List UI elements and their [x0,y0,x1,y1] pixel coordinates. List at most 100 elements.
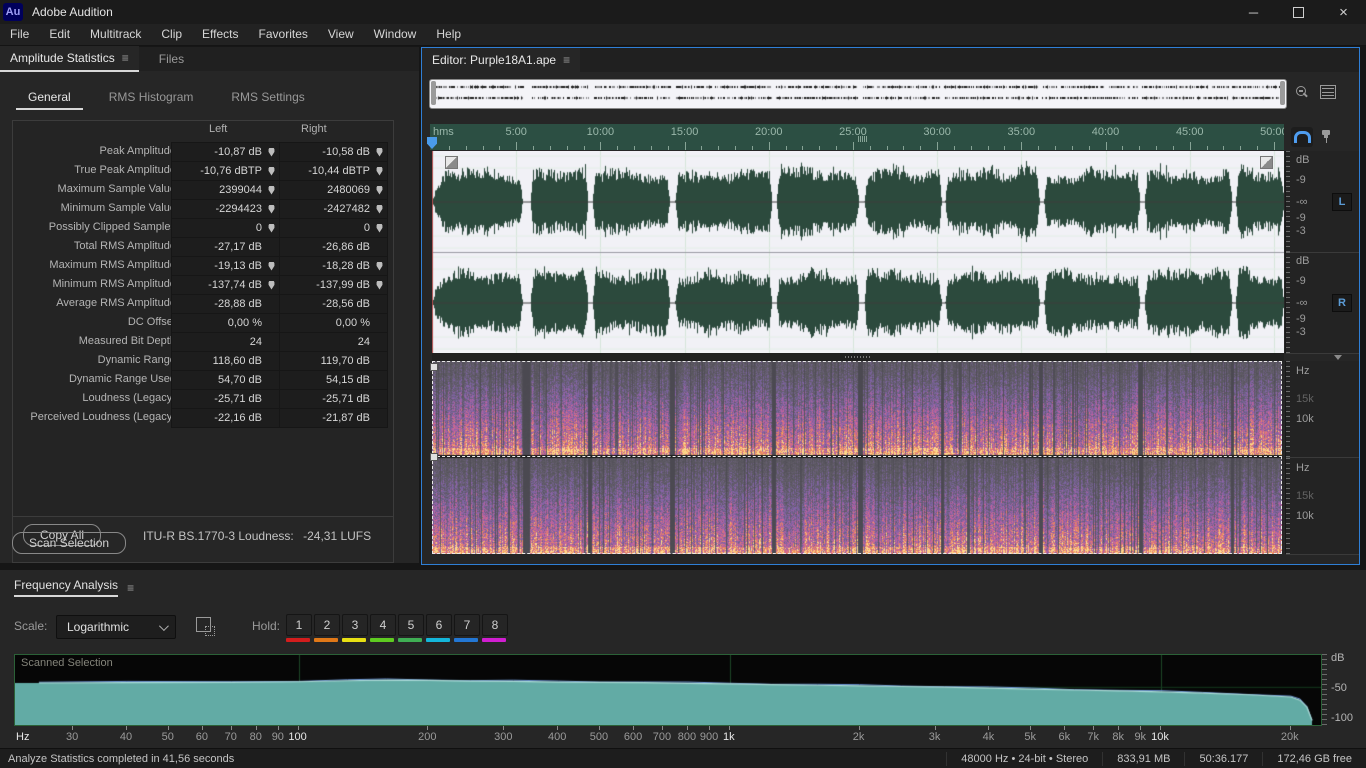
stat-value-right[interactable]: -137,99 dB [279,275,388,295]
pin-location-icon[interactable] [376,204,383,214]
wave-spectral-splitter[interactable] [432,353,1284,361]
menu-favorites[interactable]: Favorites [249,24,318,45]
subtab-rms-settings[interactable]: RMS Settings [219,86,316,110]
hold-button-3[interactable]: 3 [342,614,368,636]
pin-location-icon[interactable] [376,166,383,176]
channel-badge-l[interactable]: L [1332,193,1352,211]
tab-files[interactable]: Files [149,47,194,71]
maximize-button[interactable] [1276,0,1321,24]
stat-value-left[interactable]: 2399044 [171,180,280,200]
menu-multitrack[interactable]: Multitrack [80,24,151,45]
waveform-view[interactable] [432,151,1284,353]
close-button[interactable]: × [1321,0,1366,24]
pin-location-icon[interactable] [376,223,383,233]
hold-button-4[interactable]: 4 [370,614,396,636]
panel-menu-icon[interactable]: ≡ [122,51,129,65]
menu-edit[interactable]: Edit [39,24,80,45]
stat-value-right[interactable]: 0,00 % [279,313,388,333]
menu-help[interactable]: Help [426,24,471,45]
stat-value-right[interactable]: 0 [279,218,388,238]
hold-button-5[interactable]: 5 [398,614,424,636]
navigator-left-handle[interactable] [431,81,436,105]
stat-value-right[interactable]: -10,44 dBTP [279,161,388,181]
stat-value-right[interactable]: -21,87 dB [279,408,388,428]
channel-badge-r[interactable]: R [1332,294,1352,312]
stat-value-left[interactable]: -2294423 [171,199,280,219]
menu-window[interactable]: Window [364,24,427,45]
pin-location-icon[interactable] [376,261,383,271]
pin-location-icon[interactable] [376,185,383,195]
pin-location-icon[interactable] [268,147,275,157]
minimize-button[interactable]: ─ [1231,0,1276,24]
stat-value-left[interactable]: 0,00 % [171,313,280,333]
scale-dropdown[interactable]: Logarithmic [56,615,176,639]
stat-value-right[interactable]: -10,58 dB [279,142,388,162]
menu-view[interactable]: View [318,24,364,45]
stat-value-left[interactable]: -22,16 dB [171,408,280,428]
navigator-right-handle[interactable] [1280,81,1285,105]
freq-panel-menu-icon[interactable]: ≡ [127,581,134,595]
spectral-view[interactable] [430,361,1282,554]
tab-editor[interactable]: Editor: Purple18A1.ape ≡ [422,48,581,72]
status-duration: 50:36.177 [1184,752,1262,766]
stat-value-right[interactable]: 24 [279,332,388,352]
stat-value-left[interactable]: 0 [171,218,280,238]
stat-value-left[interactable]: -137,74 dB [171,275,280,295]
stat-value-left[interactable]: -27,17 dB [171,237,280,257]
fade-out-handle[interactable] [1260,156,1273,169]
tab-amplitude-statistics[interactable]: Amplitude Statistics ≡ [0,46,139,72]
pin-location-icon[interactable] [268,166,275,176]
stat-value-left[interactable]: 118,60 dB [171,351,280,371]
pin-location-icon[interactable] [268,280,275,290]
table-row: Dynamic Range: 118,60 dB 119,70 dB [13,351,393,371]
stat-value-right[interactable]: 2480069 [279,180,388,200]
stat-value-left[interactable]: -10,76 dBTP [171,161,280,181]
pin-location-icon[interactable] [268,261,275,271]
stat-value-left[interactable]: -19,13 dB [171,256,280,276]
stat-value-left[interactable]: -28,88 dB [171,294,280,314]
hold-button-6[interactable]: 6 [426,614,452,636]
stat-value-right[interactable]: -25,71 dB [279,389,388,409]
waveform-display-menu-icon[interactable] [1320,85,1336,99]
subtab-rms-histogram[interactable]: RMS Histogram [97,86,206,110]
selection-handle-middle[interactable] [430,453,438,461]
menu-clip[interactable]: Clip [151,24,192,45]
zoom-out-full-icon[interactable] [1294,85,1308,99]
collapse-spectral-icon[interactable] [1334,355,1342,360]
ruler-label: 10k [1296,413,1314,425]
frequency-chart[interactable]: Scanned Selection [14,654,1322,726]
stat-value-right[interactable]: -18,28 dB [279,256,388,276]
hold-button-1[interactable]: 1 [286,614,312,636]
hold-button-8[interactable]: 8 [482,614,508,636]
stat-value-right[interactable]: -28,56 dB [279,294,388,314]
stat-value-right[interactable]: -26,86 dB [279,237,388,257]
fade-in-handle[interactable] [445,156,458,169]
pin-location-icon[interactable] [376,147,383,157]
table-row: Peak Amplitude: -10,87 dB -10,58 dB [13,142,393,162]
timeline-tick [953,146,955,150]
stat-value-right[interactable]: 54,15 dB [279,370,388,390]
stat-value-right[interactable]: -2427482 [279,199,388,219]
stat-value-right[interactable]: 119,70 dB [279,351,388,371]
stat-value-left[interactable]: -25,71 dB [171,389,280,409]
scan-selection-button[interactable]: Scan Selection [12,532,127,554]
stat-value-left[interactable]: 24 [171,332,280,352]
overview-navigator[interactable] [429,79,1287,109]
stat-value-left[interactable]: -10,87 dB [171,142,280,162]
editor-panel-menu-icon[interactable]: ≡ [563,53,570,67]
stat-value-left[interactable]: 54,70 dB [171,370,280,390]
timeline-ruler[interactable]: hms 5:00 10:00 15:00 20:00 25:00 30:00 35:00 40… [430,124,1284,150]
hold-button-7[interactable]: 7 [454,614,480,636]
pin-location-icon[interactable] [268,185,275,195]
snap-toggle-button[interactable] [1291,127,1313,147]
pin-location-icon[interactable] [268,204,275,214]
menu-effects[interactable]: Effects [192,24,248,45]
subtab-general[interactable]: General [16,86,83,110]
selection-handle-top[interactable] [430,363,438,371]
selection-marquee-icon[interactable] [196,617,215,636]
marker-pin-icon[interactable] [1322,130,1330,144]
menu-file[interactable]: File [0,24,39,45]
pin-location-icon[interactable] [268,223,275,233]
pin-location-icon[interactable] [376,280,383,290]
hold-button-2[interactable]: 2 [314,614,340,636]
